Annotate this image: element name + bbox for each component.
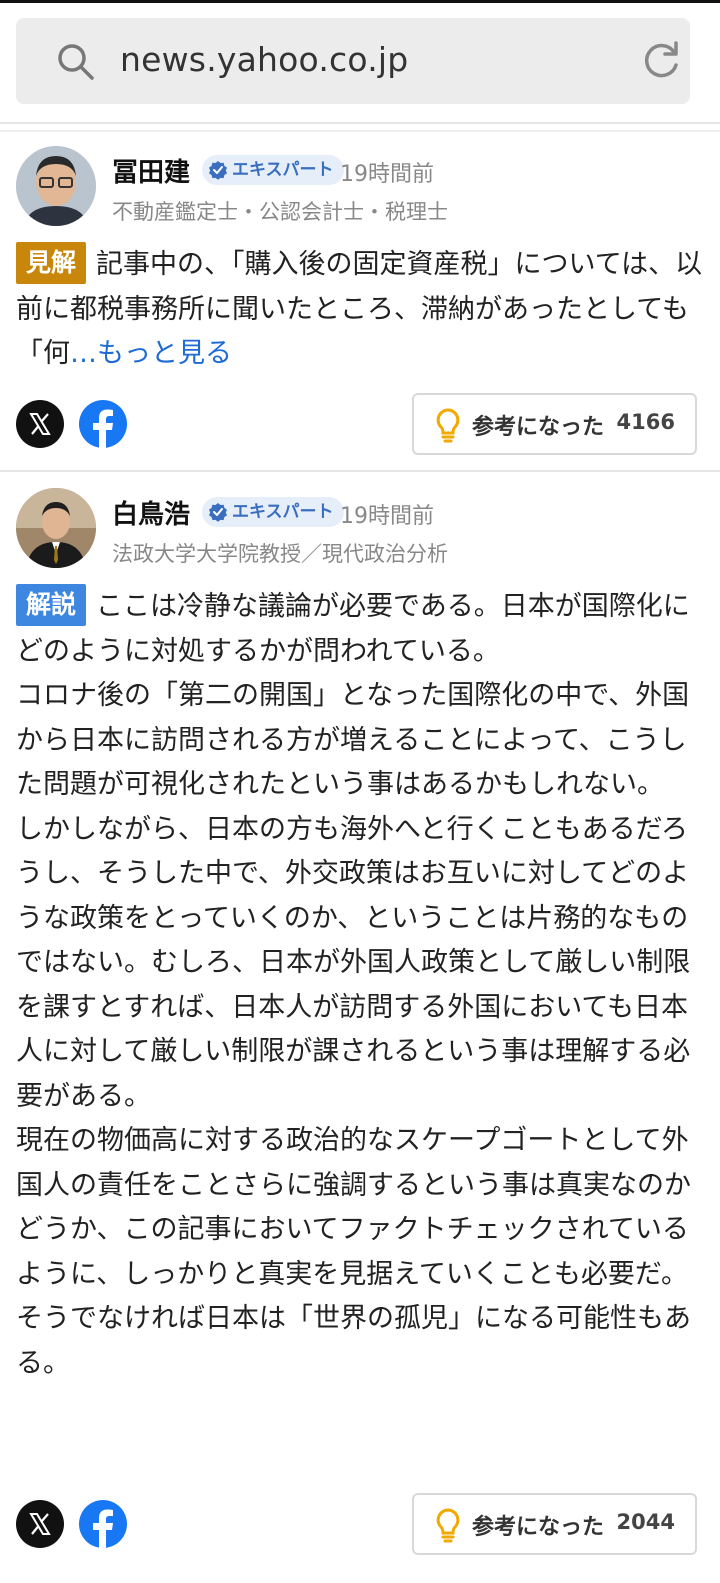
comment-body: 解説 ここは冷静な議論が必要である。日本が国際化にどのように対処するかが問われてい… [16, 584, 706, 1386]
reload-icon[interactable] [640, 40, 682, 82]
divider [0, 122, 720, 124]
author-name[interactable]: 白鳥浩 [112, 494, 190, 531]
helpful-button[interactable]: 参考になった 4166 [412, 393, 697, 455]
status-edge [0, 0, 720, 3]
author-name[interactable]: 冨田建 [112, 152, 190, 189]
url-text[interactable]: news.yahoo.co.jp [120, 40, 408, 79]
verified-check-icon [209, 161, 227, 180]
avatar[interactable] [16, 488, 96, 568]
divider [0, 130, 720, 132]
timestamp: 19時間前 [340, 162, 434, 187]
search-icon[interactable] [56, 42, 96, 82]
helpful-count: 4166 [616, 410, 675, 434]
expert-badge: エキスパート [202, 497, 344, 527]
comment-text: ここは冷静な議論が必要である。日本が国際化にどのように対処するかが問われている。… [16, 591, 691, 1379]
helpful-label: 参考になった [472, 1515, 605, 1540]
comment-tag: 解説 [16, 584, 87, 626]
comment-tag: 見解 [16, 242, 87, 284]
badge-label: エキスパート [232, 160, 334, 180]
divider [0, 470, 720, 472]
x-logo-icon[interactable] [16, 400, 64, 448]
verified-check-icon [209, 503, 227, 522]
facebook-icon[interactable] [79, 400, 127, 448]
helpful-button[interactable]: 参考になった 2044 [412, 1493, 697, 1555]
expert-badge: エキスパート [202, 155, 344, 185]
helpful-count: 2044 [616, 1510, 675, 1534]
facebook-icon[interactable] [79, 1500, 127, 1548]
lightbulb-icon [436, 408, 460, 443]
lightbulb-icon [436, 1508, 460, 1543]
address-bar[interactable]: news.yahoo.co.jp [16, 18, 690, 104]
x-logo-icon[interactable] [16, 1500, 64, 1548]
badge-label: エキスパート [232, 502, 334, 522]
show-more-link[interactable]: …もっと見る [70, 338, 232, 369]
comment-body: 見解 記事中の、「購入後の固定資産税」については、以前に都税事務所に聞いたところ、… [16, 242, 706, 377]
avatar[interactable] [16, 146, 96, 226]
author-role: 法政大学大学院教授／現代政治分析 [112, 542, 448, 566]
timestamp: 19時間前 [340, 504, 434, 529]
author-role: 不動産鑑定士・公認会計士・税理士 [112, 200, 448, 224]
helpful-label: 参考になった [472, 415, 605, 440]
